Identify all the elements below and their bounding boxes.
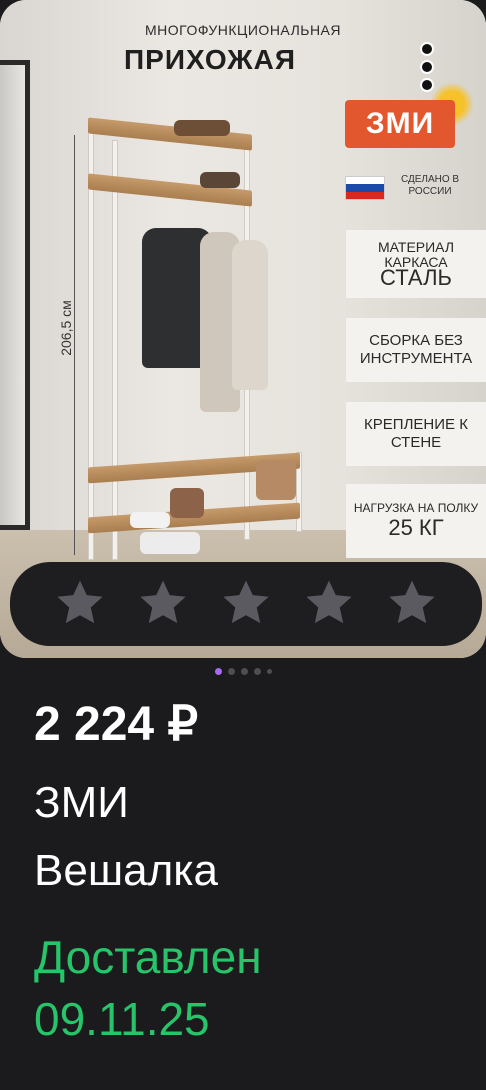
delivery-date: 09.11.25	[34, 993, 210, 1045]
russia-flag-icon	[345, 176, 385, 200]
product-price: 2 224 ₽	[34, 698, 198, 751]
product-image[interactable]: МНОГОФУНКЦИОНАЛЬНАЯ ПРИХОЖАЯ ЗМИ СДЕЛАНО…	[0, 0, 486, 658]
carousel-dot[interactable]	[240, 668, 248, 675]
carousel-dot[interactable]	[253, 668, 261, 675]
delivery-status-text: Доставлен	[34, 931, 262, 983]
feature-load-label: НАГРУЗКА НА ПОЛКУ	[353, 501, 479, 515]
made-in-label: СДЕЛАНО В РОССИИ	[400, 174, 460, 197]
star-icon[interactable]	[135, 576, 191, 632]
more-vertical-icon[interactable]	[416, 42, 438, 94]
star-icon[interactable]	[218, 576, 274, 632]
promo-title: ПРИХОЖАЯ	[124, 44, 296, 75]
feature-load: НАГРУЗКА НА ПОЛКУ 25 КГ	[346, 484, 486, 558]
carousel-dot[interactable]	[227, 668, 235, 675]
carousel-indicator	[0, 668, 486, 675]
product-name: Вешалка	[34, 846, 218, 895]
dimension-line	[74, 135, 75, 555]
mirror	[0, 60, 30, 530]
brand-logo-text: ЗМИ	[365, 107, 435, 140]
product-brand: ЗМИ	[34, 778, 129, 827]
feature-assembly: СБОРКА БЕЗ ИНСТРУМЕНТА	[346, 318, 486, 382]
star-icon[interactable]	[301, 576, 357, 632]
feature-material-value: СТАЛЬ	[380, 265, 452, 290]
dimension-label: 206,5 см	[58, 300, 74, 356]
brand-logo: ЗМИ	[345, 100, 455, 148]
star-icon[interactable]	[52, 576, 108, 632]
promo-subtitle: МНОГОФУНКЦИОНАЛЬНАЯ	[144, 22, 342, 38]
feature-material: МАТЕРИАЛ КАРКАСА СТАЛЬ	[346, 230, 486, 298]
carousel-dot[interactable]	[214, 668, 222, 675]
feature-mount: КРЕПЛЕНИЕ К СТЕНЕ	[346, 402, 486, 466]
feature-load-value: 25 КГ	[388, 515, 444, 540]
delivery-status: Доставлен 09.11.25	[34, 926, 262, 1050]
rating-stars[interactable]	[10, 562, 482, 646]
star-icon[interactable]	[384, 576, 440, 632]
carousel-dot[interactable]	[266, 669, 272, 674]
